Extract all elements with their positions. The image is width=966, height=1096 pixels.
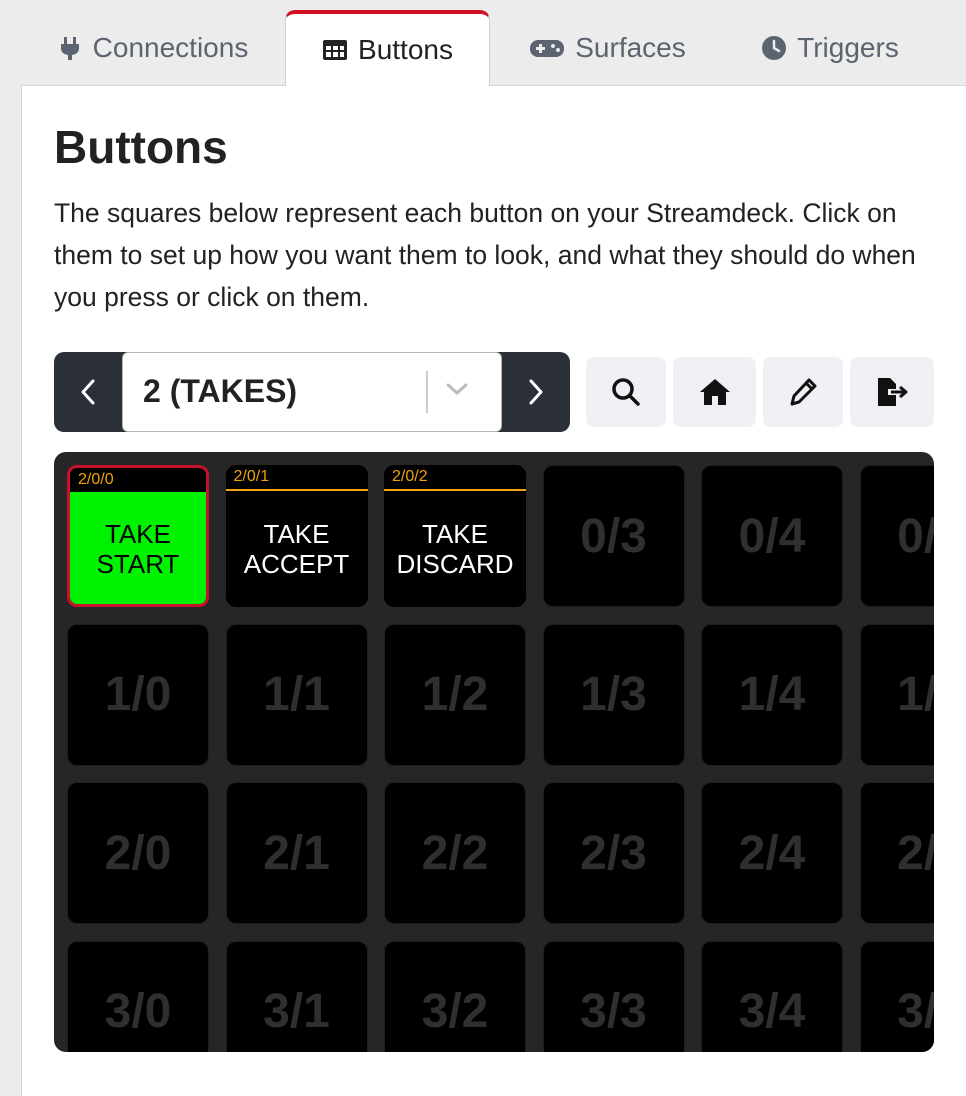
grid-button-empty[interactable]: 1/0 bbox=[67, 623, 209, 766]
grid-button-empty[interactable]: 2/4 bbox=[701, 782, 843, 924]
button-placeholder: 2/5 bbox=[897, 826, 934, 880]
button-placeholder: 2/2 bbox=[421, 826, 489, 880]
export-icon bbox=[878, 378, 908, 406]
tab-surfaces[interactable]: Surfaces bbox=[510, 10, 705, 86]
grid-button-empty[interactable]: 2/0 bbox=[67, 782, 209, 924]
grid-button-empty[interactable]: 3/5 bbox=[859, 940, 934, 1052]
button-placeholder: 2/0 bbox=[104, 826, 172, 880]
button-label: TAKE ACCEPT bbox=[243, 519, 350, 579]
button-placeholder: 1/1 bbox=[263, 668, 330, 721]
grid-button-empty[interactable]: 2/2 bbox=[384, 782, 526, 924]
grid-button-empty[interactable]: 0/3 bbox=[542, 465, 685, 607]
page-select-value: 2 (TAKES) bbox=[143, 373, 298, 409]
grid-button-empty[interactable]: 1/2 bbox=[384, 623, 526, 766]
button-placeholder: 1/0 bbox=[104, 668, 172, 721]
grid-button-empty[interactable]: 3/3 bbox=[542, 940, 685, 1052]
tab-bar: Connections Buttons Surfaces Triggers bbox=[0, 0, 966, 86]
page-select[interactable]: 2 (TAKES) bbox=[122, 352, 502, 432]
export-button[interactable] bbox=[850, 357, 934, 427]
page-selector: 2 (TAKES) bbox=[54, 352, 570, 432]
grid-button-empty[interactable]: 3/1 bbox=[225, 940, 368, 1052]
button-grid: 2/0/0 TAKE START 2/0/1 TAKE ACCEPT 2/0/2 TAKE… bbox=[54, 452, 934, 1052]
button-address: 2/0/2 bbox=[384, 465, 526, 491]
button-placeholder: 3/3 bbox=[580, 985, 647, 1038]
grid-button-empty[interactable]: 2/3 bbox=[542, 782, 685, 924]
page-description: The squares below represent each button … bbox=[54, 198, 916, 312]
search-button[interactable] bbox=[586, 357, 666, 427]
search-icon bbox=[612, 378, 640, 406]
grid-button-empty[interactable]: 0/5 bbox=[859, 465, 934, 607]
pencil-icon bbox=[790, 378, 817, 406]
grid-button[interactable]: 2/0/0 TAKE START bbox=[67, 465, 209, 607]
prev-page-button[interactable] bbox=[54, 352, 122, 432]
button-placeholder: 1/2 bbox=[421, 668, 489, 721]
grid-button-empty[interactable]: 0/4 bbox=[701, 465, 843, 607]
grid-button-empty[interactable]: 1/4 bbox=[701, 623, 843, 766]
button-label: TAKE DISCARD bbox=[396, 519, 514, 579]
chevron-down-icon bbox=[446, 383, 468, 395]
button-placeholder: 3/1 bbox=[263, 985, 330, 1038]
button-placeholder: 1/4 bbox=[738, 668, 806, 721]
grid-icon bbox=[323, 40, 348, 60]
grid-button-empty[interactable]: 1/3 bbox=[542, 623, 685, 766]
grid-button-empty[interactable]: 1/1 bbox=[225, 623, 368, 766]
button-placeholder: 1/5 bbox=[897, 668, 934, 721]
edit-button[interactable] bbox=[763, 357, 843, 427]
select-separator bbox=[426, 371, 428, 413]
clock-icon bbox=[762, 36, 787, 60]
chevron-left-icon bbox=[81, 379, 95, 405]
button-placeholder: 3/0 bbox=[104, 985, 172, 1038]
button-placeholder: 2/4 bbox=[738, 826, 806, 880]
tab-label: Connections bbox=[92, 32, 249, 63]
plug-icon bbox=[60, 37, 79, 60]
button-placeholder: 3/4 bbox=[738, 985, 806, 1038]
grid-button-empty[interactable]: 1/5 bbox=[859, 623, 934, 766]
button-placeholder: 0/4 bbox=[738, 509, 806, 563]
grid-button-empty[interactable]: 2/1 bbox=[225, 782, 368, 924]
button-placeholder: 2/3 bbox=[580, 826, 647, 880]
button-placeholder: 0/3 bbox=[580, 509, 647, 563]
next-page-button[interactable] bbox=[502, 352, 570, 432]
tab-connections[interactable]: Connections bbox=[40, 10, 265, 86]
tab-label: Surfaces bbox=[575, 32, 686, 63]
button-address: 2/0/0 bbox=[70, 468, 206, 494]
chevron-right-icon bbox=[529, 379, 543, 405]
grid-button[interactable]: 2/0/2 TAKE DISCARD bbox=[384, 465, 526, 607]
tab-buttons[interactable]: Buttons bbox=[285, 10, 490, 86]
button-placeholder: 1/3 bbox=[580, 668, 647, 721]
button-placeholder: 3/2 bbox=[421, 985, 489, 1038]
grid-button-empty[interactable]: 3/4 bbox=[701, 940, 843, 1052]
grid-button-empty[interactable]: 3/2 bbox=[384, 940, 526, 1052]
button-address: 2/0/1 bbox=[225, 465, 368, 491]
button-placeholder: 3/5 bbox=[897, 985, 934, 1038]
grid-button[interactable]: 2/0/1 TAKE ACCEPT bbox=[225, 465, 368, 607]
grid-button-empty[interactable]: 2/5 bbox=[859, 782, 934, 924]
grid-button-empty[interactable]: 3/0 bbox=[67, 940, 209, 1052]
gamepad-icon bbox=[530, 40, 565, 57]
page-title: Buttons bbox=[54, 121, 228, 173]
button-placeholder: 2/1 bbox=[263, 826, 330, 880]
button-label: TAKE START bbox=[70, 492, 206, 604]
tab-label: Triggers bbox=[797, 32, 899, 63]
home-icon bbox=[699, 379, 730, 405]
tab-triggers[interactable]: Triggers bbox=[740, 10, 920, 86]
tab-label: Buttons bbox=[358, 34, 453, 65]
home-button[interactable] bbox=[673, 357, 756, 427]
button-placeholder: 0/5 bbox=[897, 509, 934, 563]
